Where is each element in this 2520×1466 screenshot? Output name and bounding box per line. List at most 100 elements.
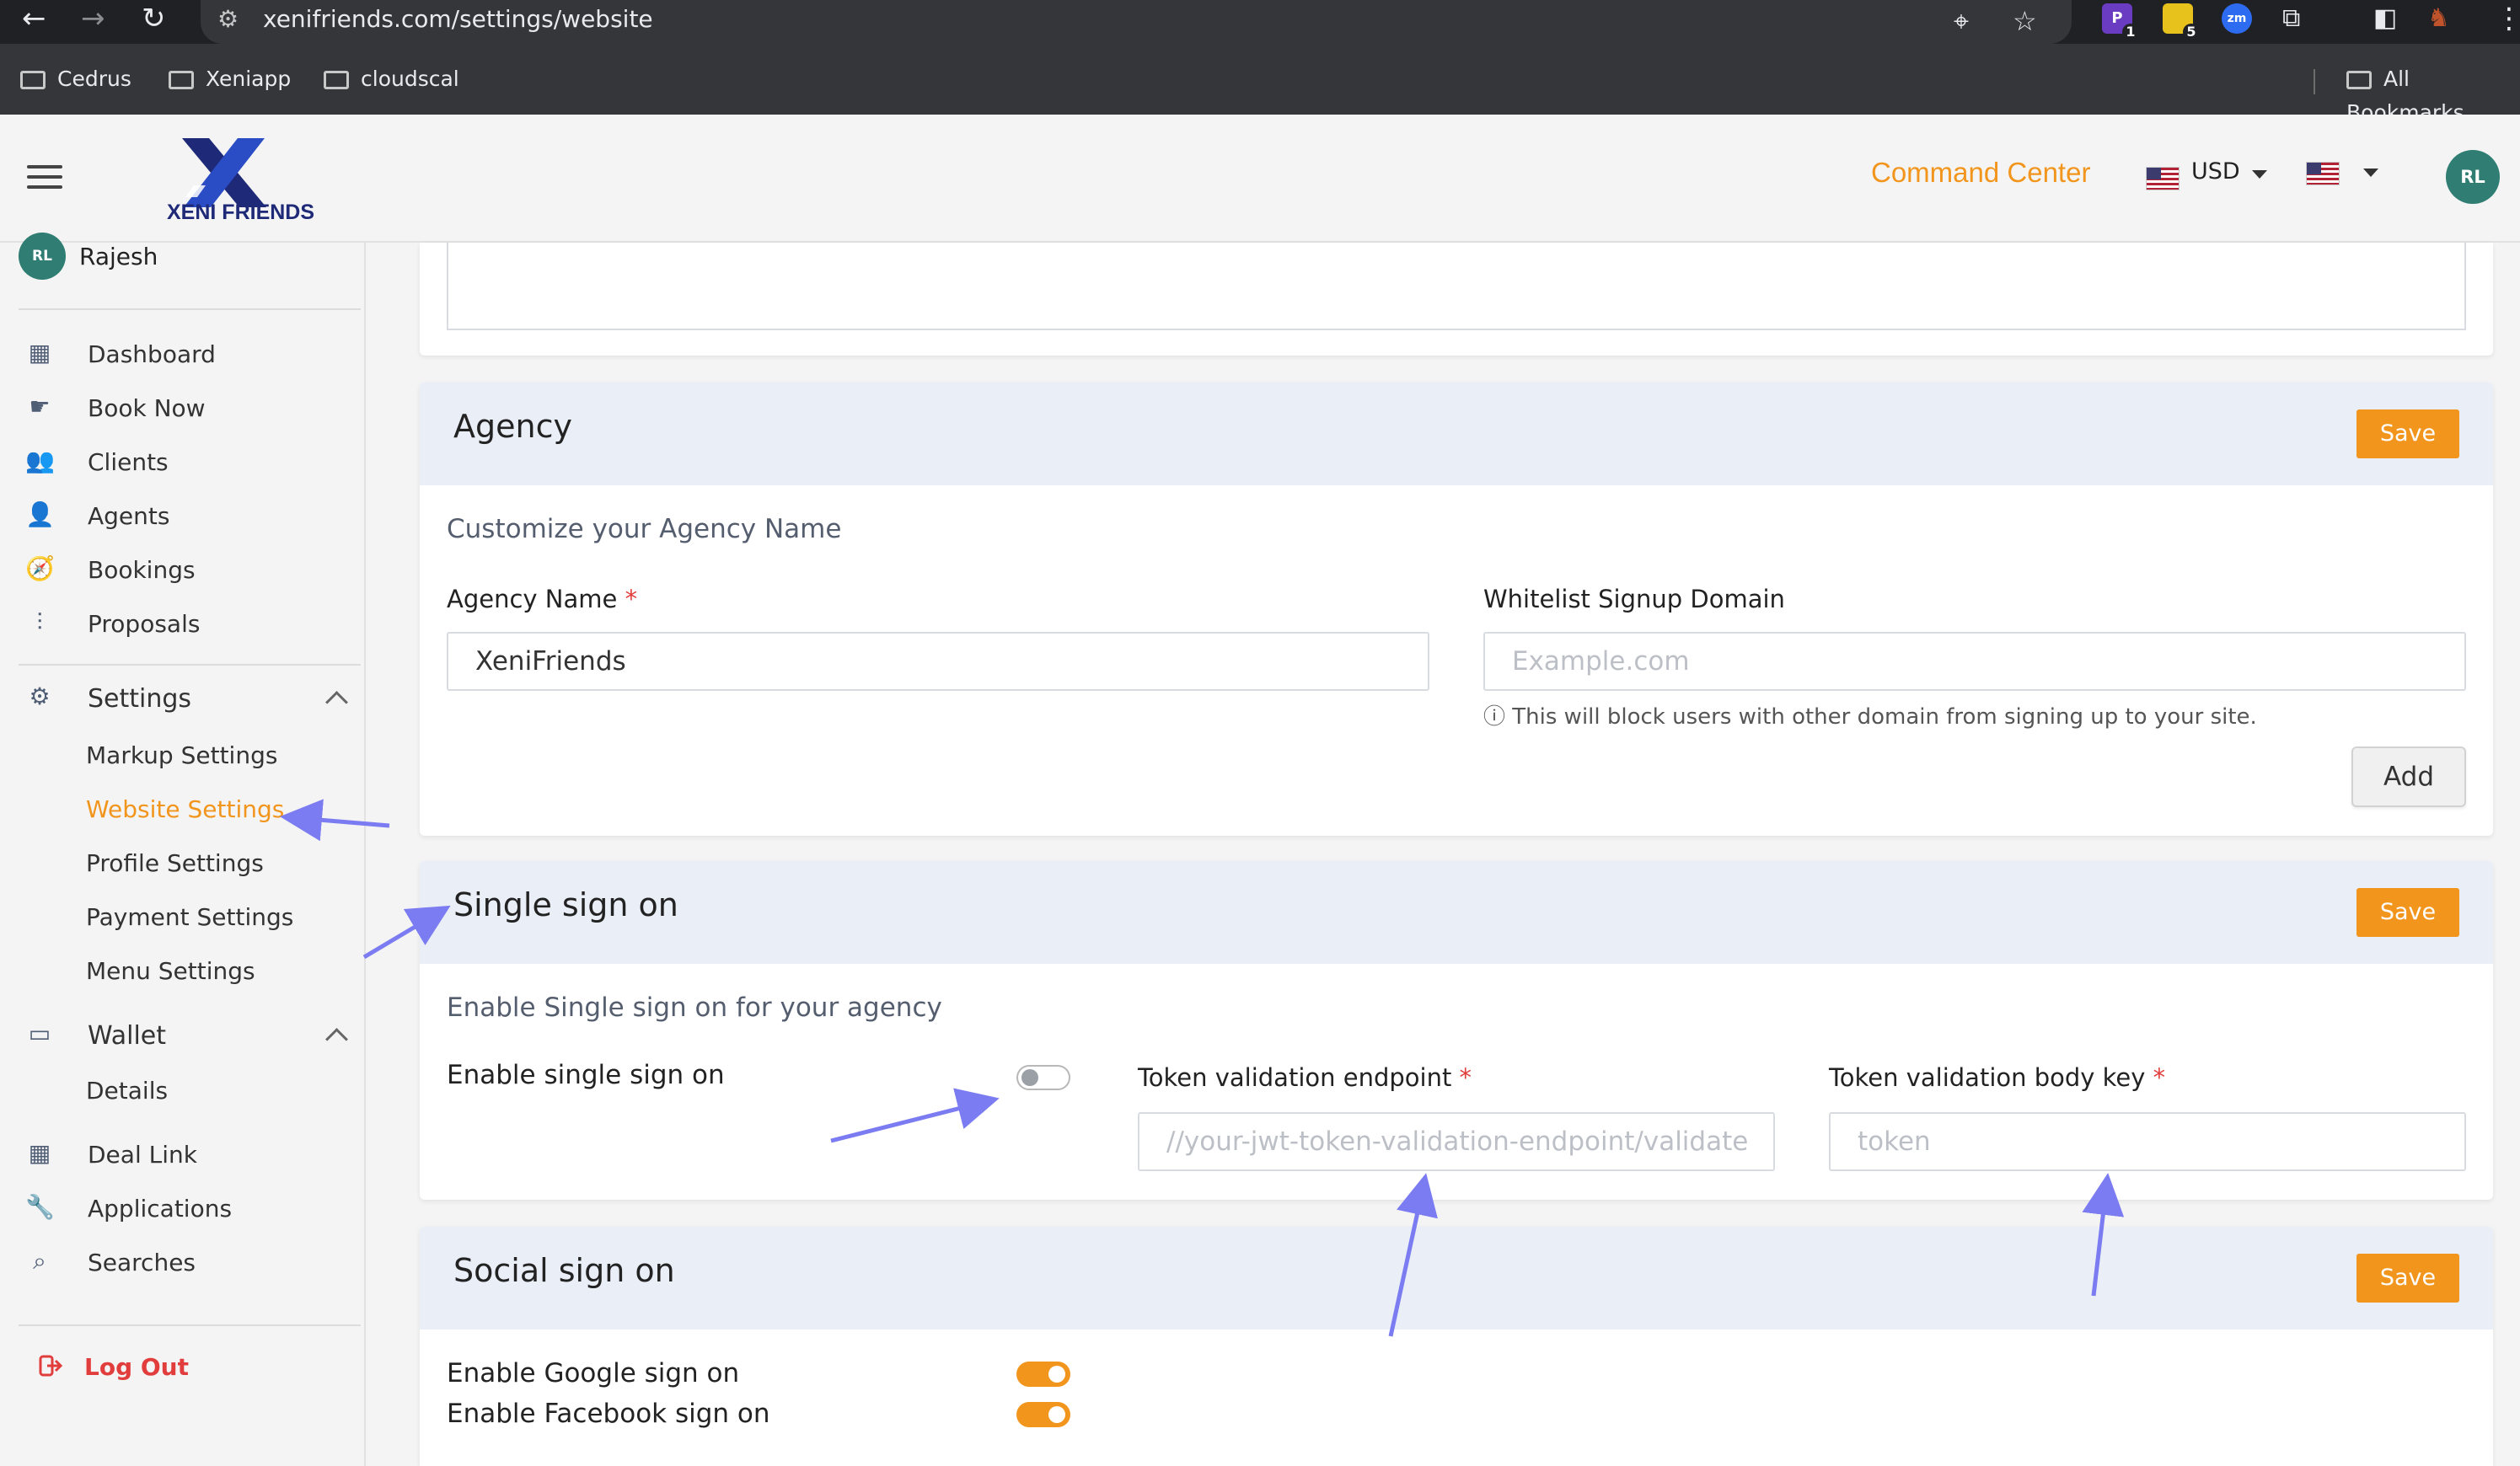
- side-panel-icon[interactable]: ◧: [2373, 2, 2397, 35]
- folder-icon: [324, 71, 349, 89]
- sso-save-button[interactable]: Save: [2356, 888, 2459, 937]
- social-card-header: Social sign on Save: [420, 1227, 2493, 1330]
- token-endpoint-input[interactable]: //your-jwt-token-validation-endpoint/val…: [1138, 1112, 1775, 1171]
- social-card: Social sign on Save Enable Google sign o…: [420, 1227, 2493, 1466]
- brand-name: XENI FRIENDS: [167, 201, 315, 224]
- address-bar[interactable]: ⚙ xenifriends.com/settings/website ⌖ ☆: [201, 0, 2072, 44]
- sso-subtitle: Enable Single sign on for your agency: [447, 992, 942, 1023]
- compass-icon: 🧭: [25, 554, 55, 582]
- social-title: Social sign on: [453, 1252, 675, 1289]
- bookmark-folder[interactable]: Xeniapp: [169, 62, 291, 96]
- agency-card: Agency Save Customize your Agency Name A…: [420, 383, 2493, 836]
- agency-name-input[interactable]: XeniFriends: [447, 632, 1429, 691]
- extension-notes-icon[interactable]: 5: [2163, 3, 2200, 40]
- language-flag-icon[interactable]: [2306, 162, 2340, 185]
- agency-save-button[interactable]: Save: [2356, 409, 2459, 458]
- sidebar-subitem-payment-settings[interactable]: Payment Settings: [86, 903, 293, 931]
- browser-menu-icon[interactable]: ⋮: [2495, 2, 2520, 35]
- url-text: xenifriends.com/settings/website: [263, 5, 653, 33]
- sidebar-item-dashboard[interactable]: ▦ Dashboard: [0, 330, 362, 377]
- enable-sso-toggle[interactable]: [1016, 1065, 1070, 1090]
- sidebar-subitem-menu-settings[interactable]: Menu Settings: [86, 957, 255, 985]
- sidebar-item-settings[interactable]: ⚙ Settings: [0, 674, 362, 721]
- sidebar-item-clients[interactable]: 👥 Clients: [0, 438, 362, 485]
- user-tie-icon: 👤: [25, 500, 55, 528]
- info-icon: ⓘ: [1483, 704, 1506, 730]
- search-icon: ⌕: [33, 1247, 46, 1275]
- folder-icon: [20, 71, 46, 89]
- token-body-key-label: Token validation body key *: [1829, 1063, 2166, 1092]
- whitelist-domain-label: Whitelist Signup Domain: [1483, 585, 1785, 613]
- divider: [19, 664, 361, 666]
- back-arrow-icon[interactable]: ←: [22, 2, 46, 35]
- agency-subtitle: Customize your Agency Name: [447, 514, 842, 544]
- sso-card: Single sign on Save Enable Single sign o…: [420, 861, 2493, 1200]
- chevron-up-icon[interactable]: [325, 1028, 348, 1051]
- agency-name-label: Agency Name *: [447, 585, 638, 613]
- sidebar-item-applications[interactable]: 🔧 Applications: [0, 1185, 362, 1232]
- site-settings-icon[interactable]: ⚙: [217, 5, 239, 33]
- sidebar-item-book-now[interactable]: ☛ Book Now: [0, 384, 362, 431]
- hand-pointer-icon: ☛: [29, 393, 51, 420]
- divider: [19, 1324, 361, 1326]
- wallet-icon: ▭: [28, 1019, 51, 1047]
- token-endpoint-label: Token validation endpoint *: [1138, 1063, 1472, 1092]
- token-body-key-input[interactable]: token: [1829, 1112, 2466, 1171]
- extension-zoom-icon[interactable]: zm: [2222, 3, 2252, 34]
- extension-p-icon[interactable]: P1: [2102, 3, 2139, 40]
- bookmarks-bar: Cedrus Xeniapp cloudscal All Bookmarks: [0, 44, 2520, 125]
- sidebar-avatar: RL: [19, 233, 66, 280]
- reload-icon[interactable]: ↻: [142, 2, 166, 35]
- google-sso-label: Enable Google sign on: [447, 1358, 740, 1388]
- bookmark-star-icon[interactable]: ☆: [2013, 5, 2037, 37]
- bookmark-folder[interactable]: cloudscal: [324, 62, 459, 96]
- add-domain-button[interactable]: Add: [2351, 746, 2466, 807]
- location-off-icon[interactable]: ⌖: [1954, 5, 1969, 38]
- agency-title: Agency: [453, 408, 572, 445]
- sliders-icon: ⫶: [36, 608, 43, 636]
- bookmark-folder[interactable]: Cedrus: [20, 62, 131, 96]
- bookmarks-divider: [2314, 69, 2315, 94]
- profile-icon[interactable]: ♞: [2427, 2, 2450, 35]
- us-flag-icon: [2146, 167, 2180, 190]
- sso-card-header: Single sign on Save: [420, 861, 2493, 964]
- sidebar-subitem-details[interactable]: Details: [86, 1077, 168, 1105]
- textarea-field[interactable]: [447, 243, 2466, 330]
- currency-selector[interactable]: USD: [2191, 158, 2240, 185]
- social-save-button[interactable]: Save: [2356, 1254, 2459, 1303]
- sidebar-item-agents[interactable]: 👤 Agents: [0, 492, 362, 539]
- hamburger-menu-icon[interactable]: [27, 165, 62, 195]
- chevron-down-icon[interactable]: [2363, 169, 2378, 177]
- sidebar-subitem-profile-settings[interactable]: Profile Settings: [86, 849, 264, 877]
- sso-title: Single sign on: [453, 886, 678, 923]
- wrench-icon: 🔧: [25, 1193, 55, 1221]
- sign-out-icon: [39, 1355, 63, 1377]
- domain-hint: ⓘ This will block users with other domai…: [1483, 704, 2257, 730]
- sidebar-subitem-website-settings[interactable]: Website Settings: [86, 795, 284, 823]
- whitelist-domain-input[interactable]: Example.com: [1483, 632, 2466, 691]
- browser-toolbar: ← → ↻ ⚙ xenifriends.com/settings/website…: [0, 0, 2520, 44]
- sidebar-item-bookings[interactable]: 🧭 Bookings: [0, 546, 362, 593]
- user-avatar[interactable]: RL: [2446, 150, 2500, 204]
- google-sso-toggle[interactable]: [1016, 1362, 1070, 1387]
- chevron-down-icon[interactable]: [2252, 170, 2267, 179]
- folder-icon: [2346, 71, 2372, 89]
- sidebar-item-wallet[interactable]: ▭ Wallet: [0, 1011, 362, 1058]
- chevron-up-icon[interactable]: [325, 691, 348, 714]
- agency-card-header: Agency Save: [420, 383, 2493, 485]
- grid-icon: ▦: [28, 1139, 51, 1167]
- folder-icon: [169, 71, 194, 89]
- app-header: XENI FRIENDS Command Center USD RL: [0, 115, 2520, 243]
- gear-icon: ⚙: [29, 682, 51, 710]
- sidebar-item-deal-link[interactable]: ▦ Deal Link: [0, 1131, 362, 1178]
- previous-settings-card: [420, 243, 2493, 356]
- sidebar-subitem-markup-settings[interactable]: Markup Settings: [86, 741, 277, 769]
- facebook-sso-toggle[interactable]: [1016, 1402, 1070, 1427]
- forward-arrow-icon[interactable]: →: [81, 2, 105, 35]
- sidebar-item-searches[interactable]: ⌕ Searches: [0, 1239, 362, 1286]
- facebook-sso-label: Enable Facebook sign on: [447, 1399, 770, 1429]
- sidebar: RL Rajesh ▦ Dashboard ☛ Book Now 👥 Clien…: [0, 233, 366, 1466]
- extensions-puzzle-icon[interactable]: ⧉: [2282, 2, 2300, 35]
- sidebar-item-proposals[interactable]: ⫶ Proposals: [0, 600, 362, 647]
- command-center-link[interactable]: Command Center: [1871, 157, 2090, 189]
